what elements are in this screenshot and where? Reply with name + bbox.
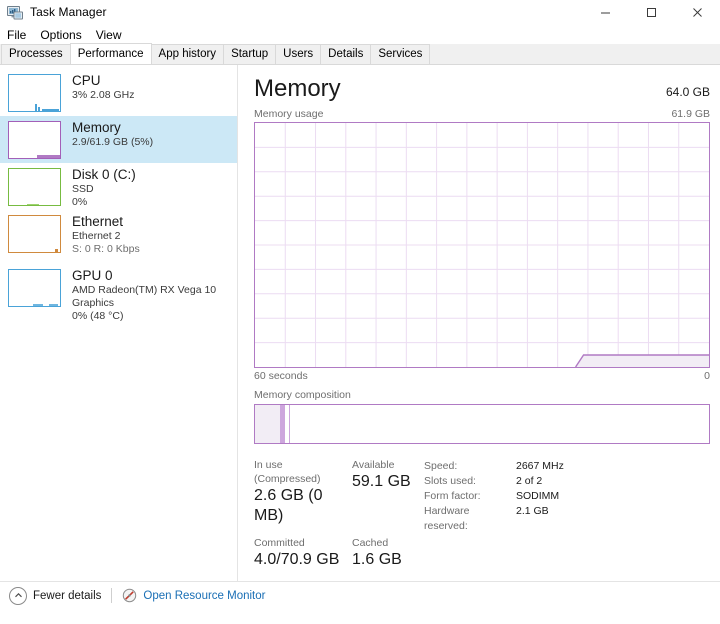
detail-slots-used-value: 2 of 2 bbox=[516, 475, 543, 487]
composition-segment-in-use bbox=[255, 405, 280, 443]
graph-max-value: 61.9 GB bbox=[671, 108, 710, 120]
chevron-up-icon[interactable] bbox=[9, 586, 27, 605]
gpu-thumbnail-graph bbox=[8, 269, 61, 307]
menu-item-options[interactable]: Options bbox=[40, 26, 89, 44]
tab-performance[interactable]: Performance bbox=[69, 43, 152, 64]
menu-bar: File Options View bbox=[0, 26, 720, 44]
memory-usage-graph bbox=[254, 122, 710, 368]
sidebar-item-gpu-sub2: 0% (48 °C) bbox=[72, 310, 124, 322]
status-divider bbox=[111, 588, 113, 603]
window-title: Task Manager bbox=[30, 5, 107, 19]
title-bar: Task Manager bbox=[0, 0, 720, 24]
sidebar-item-memory-sub: 2.9/61.9 GB (5%) bbox=[72, 136, 154, 148]
fewer-details-button[interactable]: Fewer details bbox=[33, 590, 101, 602]
stat-committed-label: Committed bbox=[254, 537, 305, 549]
detail-speed-label: Speed: bbox=[424, 460, 458, 472]
detail-hardware-reserved-label: Hardware reserved: bbox=[424, 505, 470, 532]
sidebar-item-gpu-title: GPU 0 bbox=[72, 268, 113, 283]
detail-speed-value: 2667 MHz bbox=[516, 460, 564, 472]
open-resource-monitor-link[interactable]: Open Resource Monitor bbox=[143, 590, 265, 602]
sidebar-item-cpu-sub: 3% 2.08 GHz bbox=[72, 89, 135, 101]
sidebar-item-memory-title: Memory bbox=[72, 120, 121, 135]
sidebar-item-memory[interactable]: Memory 2.9/61.9 GB (5%) bbox=[0, 116, 237, 163]
detail-row-form-factor: Form factor: SODIMM bbox=[424, 489, 564, 504]
stat-in-use-label: In use (Compressed) bbox=[254, 459, 321, 485]
tab-processes[interactable]: Processes bbox=[1, 44, 71, 64]
sidebar-item-disk[interactable]: Disk 0 (C:) SSD 0% bbox=[0, 163, 237, 210]
status-bar: Fewer details Open Resource Monitor bbox=[0, 581, 720, 609]
stat-committed-value: 4.0/70.9 GB bbox=[254, 551, 340, 568]
memory-composition-label: Memory composition bbox=[254, 389, 351, 401]
composition-segment-free bbox=[289, 405, 709, 443]
sidebar-item-cpu[interactable]: CPU 3% 2.08 GHz bbox=[0, 69, 237, 116]
detail-form-factor-label: Form factor: bbox=[424, 490, 481, 502]
maximize-button[interactable] bbox=[628, 0, 674, 24]
panel-header: Memory 64.0 GB bbox=[254, 75, 710, 105]
window-controls bbox=[582, 0, 720, 24]
tab-services[interactable]: Services bbox=[370, 44, 431, 64]
disk-thumbnail-graph bbox=[8, 168, 61, 206]
task-manager-icon bbox=[7, 4, 23, 20]
memory-usage-area bbox=[575, 355, 709, 367]
graph-axis-right: 0 bbox=[704, 370, 710, 382]
memory-thumbnail-graph bbox=[8, 121, 61, 159]
tab-app-history[interactable]: App history bbox=[150, 44, 225, 64]
stat-row-inuse-available: In use (Compressed) 2.6 GB (0 MB) Availa… bbox=[254, 458, 424, 526]
detail-row-hardware-reserved: Hardware reserved: 2.1 GB bbox=[424, 504, 564, 534]
close-button[interactable] bbox=[674, 0, 720, 24]
sidebar-item-cpu-title: CPU bbox=[72, 73, 101, 88]
sidebar-item-ethernet-sub2: S: 0 R: 0 Kbps bbox=[72, 243, 140, 255]
ethernet-thumbnail-graph bbox=[8, 215, 61, 253]
sidebar-item-ethernet[interactable]: Ethernet Ethernet 2 S: 0 R: 0 Kbps bbox=[0, 210, 237, 264]
minimize-button[interactable] bbox=[582, 0, 628, 24]
detail-slots-used-label: Slots used: bbox=[424, 475, 476, 487]
detail-hardware-reserved-value: 2.1 GB bbox=[516, 505, 549, 517]
resource-monitor-icon bbox=[122, 588, 137, 603]
sidebar-item-disk-sub1: SSD bbox=[72, 183, 94, 195]
stat-committed: Committed 4.0/70.9 GB bbox=[254, 536, 352, 570]
memory-capacity: 64.0 GB bbox=[665, 85, 710, 99]
sidebar-item-gpu-sub1: AMD Radeon(TM) RX Vega 10 Graphics bbox=[72, 284, 217, 309]
detail-form-factor-value: SODIMM bbox=[516, 490, 560, 502]
sidebar-item-gpu[interactable]: GPU 0 AMD Radeon(TM) RX Vega 10 Graphics… bbox=[0, 264, 237, 322]
sidebar-item-ethernet-sub1: Ethernet 2 bbox=[72, 230, 121, 242]
memory-detail-panel: Memory 64.0 GB Memory usage 61.9 GB 60 s… bbox=[238, 65, 720, 612]
menu-item-file[interactable]: File bbox=[7, 26, 34, 44]
stat-in-use: In use (Compressed) 2.6 GB (0 MB) bbox=[254, 458, 352, 526]
detail-row-speed: Speed: 2667 MHz bbox=[424, 459, 564, 474]
menu-item-view[interactable]: View bbox=[96, 26, 130, 44]
tab-users[interactable]: Users bbox=[275, 44, 322, 64]
graph-header-labels: Memory usage 61.9 GB bbox=[254, 108, 710, 120]
detail-row-slots-used: Slots used: 2 of 2 bbox=[424, 474, 564, 489]
memory-usage-plot bbox=[255, 123, 709, 367]
cpu-thumbnail-graph bbox=[8, 74, 61, 112]
memory-composition-bar bbox=[254, 404, 710, 444]
graph-title: Memory usage bbox=[254, 108, 324, 120]
tab-startup[interactable]: Startup bbox=[223, 44, 277, 64]
content-area: CPU 3% 2.08 GHz Memory 2.9/61.9 GB (5%) … bbox=[0, 65, 720, 612]
graph-gridlines bbox=[255, 123, 709, 367]
sidebar-item-ethernet-title: Ethernet bbox=[72, 214, 124, 229]
resource-sidebar: CPU 3% 2.08 GHz Memory 2.9/61.9 GB (5%) … bbox=[0, 65, 238, 584]
graph-axis-labels: 60 seconds 0 bbox=[254, 370, 710, 382]
stat-row-committed-cached: Committed 4.0/70.9 GB Cached 1.6 GB bbox=[254, 536, 424, 570]
sidebar-item-disk-title: Disk 0 (C:) bbox=[72, 167, 136, 182]
sidebar-item-disk-sub2: 0% bbox=[72, 196, 88, 208]
page-title: Memory bbox=[254, 75, 341, 102]
stat-in-use-value: 2.6 GB (0 MB) bbox=[254, 487, 323, 524]
tab-bar: Processes Performance App history Startu… bbox=[0, 43, 720, 65]
graph-axis-left: 60 seconds bbox=[254, 370, 308, 382]
tab-details[interactable]: Details bbox=[320, 44, 372, 64]
